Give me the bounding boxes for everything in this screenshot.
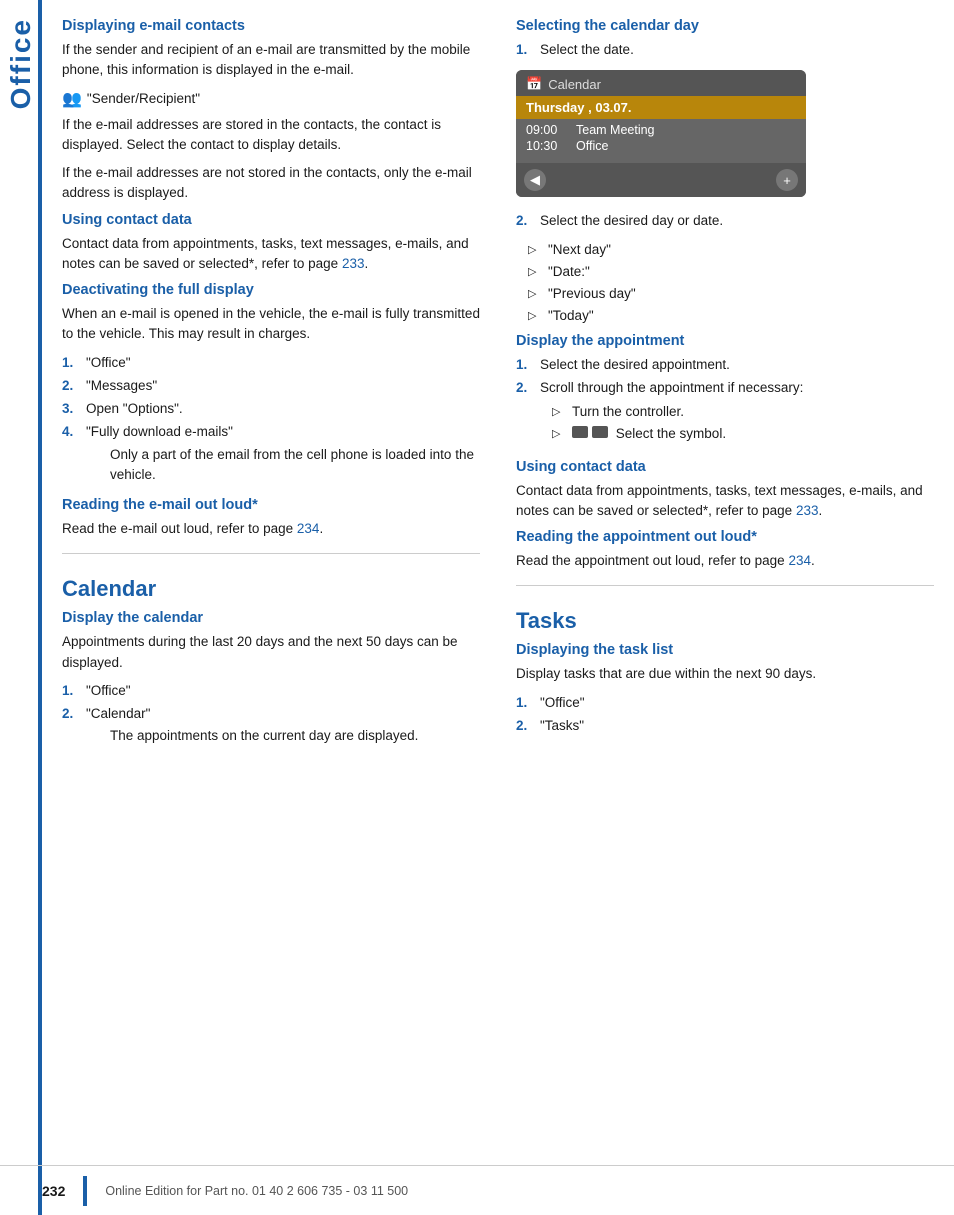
left-column: Displaying e-mail contacts If the sender…: [42, 18, 498, 1215]
calendar-event-row-1: 09:00 Team Meeting: [526, 123, 796, 137]
section-using-contact-data-right: Using contact data Contact data from app…: [516, 459, 934, 522]
calendar-small-icon: 📅: [526, 76, 542, 92]
body-text-reading-email: Read the e-mail out loud, refer to page …: [62, 519, 480, 539]
section-reading-appointment-loud: Reading the appointment out loud* Read t…: [516, 529, 934, 571]
deactivating-steps-list: 1."Office" 2."Messages" 3.Open "Options"…: [62, 353, 480, 490]
calendar-step-2-subtext: The appointments on the current day are …: [110, 726, 418, 746]
section-display-calendar: Display the calendar Appointments during…: [62, 610, 480, 750]
section-title-task-list: Displaying the task list: [516, 642, 934, 658]
subbullet-turn-controller: ▷Turn the controller.: [552, 402, 803, 422]
body-text-email-contacts-1: If the sender and recipient of an e-mail…: [62, 40, 480, 81]
divider-tasks: [516, 585, 934, 586]
selecting-step-2-list: 2.Select the desired day or date.: [516, 211, 934, 231]
section-title-deactivating: Deactivating the full display: [62, 282, 480, 298]
task-step-1-office: 1."Office": [516, 693, 934, 713]
section-deactivating-full-display: Deactivating the full display When an e-…: [62, 282, 480, 489]
symbol-icons: [572, 426, 608, 438]
link-233-2[interactable]: 233: [796, 503, 819, 518]
right-column: Selecting the calendar day 1.Select the …: [498, 18, 954, 1215]
body-text-using-contact-data: Contact data from appointments, tasks, t…: [62, 234, 480, 275]
display-calendar-steps: 1."Office" 2. "Calendar" The appointment…: [62, 681, 480, 751]
step-4-subtext: Only a part of the email from the cell p…: [110, 445, 480, 486]
calendar-event-row-2: 10:30 Office: [526, 139, 796, 153]
body-text-email-contacts-3: If the e-mail addresses are not stored i…: [62, 163, 480, 204]
option-today: ▷"Today": [528, 306, 934, 326]
main-content: Displaying e-mail contacts If the sender…: [42, 0, 954, 1215]
link-233-1[interactable]: 233: [342, 256, 365, 271]
event-time-1: 09:00: [526, 123, 564, 137]
sender-recipient-label: "Sender/Recipient": [87, 91, 200, 106]
calendar-controls: ◀ +: [516, 163, 806, 197]
body-text-deactivating: When an e-mail is opened in the vehicle,…: [62, 304, 480, 345]
appointment-steps-list: 1.Select the desired appointment. 2. Scr…: [516, 355, 934, 451]
calendar-step-2-calendar: 2. "Calendar" The appointments on the cu…: [62, 704, 480, 751]
calendar-events: 09:00 Team Meeting 10:30 Office: [516, 119, 806, 163]
section-title-using-contact-data-right: Using contact data: [516, 459, 934, 475]
section-displaying-task-list: Displaying the task list Display tasks t…: [516, 642, 934, 736]
section-displaying-email-contacts: Displaying e-mail contacts If the sender…: [62, 18, 480, 204]
footer-text: Online Edition for Part no. 01 40 2 606 …: [105, 1184, 408, 1198]
selecting-step-1-list: 1.Select the date.: [516, 40, 934, 60]
calendar-date-row: Thursday , 03.07.: [516, 96, 806, 119]
step-1-office: 1."Office": [62, 353, 480, 373]
subbullet-select-symbol: ▷ Select the symbol.: [552, 424, 803, 444]
section-title-tasks-large: Tasks: [516, 608, 934, 634]
appointment-step-2: 2. Scroll through the appointment if nec…: [516, 378, 934, 451]
section-title-display-appointment: Display the appointment: [516, 333, 934, 349]
section-display-appointment: Display the appointment 1.Select the des…: [516, 333, 934, 451]
section-reading-email-loud: Reading the e-mail out loud* Read the e-…: [62, 497, 480, 539]
bottom-bar: 232 Online Edition for Part no. 01 40 2 …: [0, 1165, 954, 1215]
section-title-display-calendar: Display the calendar: [62, 610, 480, 626]
symbol-box-1: [572, 426, 588, 438]
divider-calendar: [62, 553, 480, 554]
selecting-step-2: 2.Select the desired day or date.: [516, 211, 934, 231]
section-title-reading-appointment: Reading the appointment out loud*: [516, 529, 934, 545]
step-3-options: 3.Open "Options".: [62, 399, 480, 419]
sidebar: Office: [0, 0, 42, 1215]
contact-icon-line: 👥 "Sender/Recipient": [62, 89, 480, 109]
selecting-step-1: 1.Select the date.: [516, 40, 934, 60]
bottom-divider: [83, 1176, 87, 1206]
section-title-selecting-calendar-day: Selecting the calendar day: [516, 18, 934, 34]
symbol-box-2: [592, 426, 608, 438]
option-date: ▷"Date:": [528, 262, 934, 282]
section-using-contact-data: Using contact data Contact data from app…: [62, 212, 480, 275]
event-time-2: 10:30: [526, 139, 564, 153]
appointment-step-1: 1.Select the desired appointment.: [516, 355, 934, 375]
body-text-reading-appointment: Read the appointment out loud, refer to …: [516, 551, 934, 571]
calendar-step-1-office: 1."Office": [62, 681, 480, 701]
section-title-reading-email: Reading the e-mail out loud*: [62, 497, 480, 513]
section-title-using-contact-data: Using contact data: [62, 212, 480, 228]
event-title-2: Office: [576, 139, 608, 153]
calendar-prev-btn[interactable]: ◀: [524, 169, 546, 191]
task-step-2-tasks: 2."Tasks": [516, 716, 934, 736]
option-next-day: ▷"Next day": [528, 240, 934, 260]
task-list-steps: 1."Office" 2."Tasks": [516, 693, 934, 737]
link-234-1[interactable]: 234: [297, 521, 320, 536]
link-234-2[interactable]: 234: [788, 553, 811, 568]
step-4-fully-download: 4. "Fully download e-mails" Only a part …: [62, 422, 480, 489]
calendar-options-list: ▷"Next day" ▷"Date:" ▷"Previous day" ▷"T…: [528, 240, 934, 327]
event-title-1: Team Meeting: [576, 123, 655, 137]
page-number: 232: [42, 1183, 65, 1199]
body-text-task-list: Display tasks that are due within the ne…: [516, 664, 934, 684]
body-text-using-contact-data-right: Contact data from appointments, tasks, t…: [516, 481, 934, 522]
section-title-calendar-large: Calendar: [62, 576, 480, 602]
body-text-email-contacts-2: If the e-mail addresses are stored in th…: [62, 115, 480, 156]
page-wrapper: Office Displaying e-mail contacts If the…: [0, 0, 954, 1215]
sidebar-label: Office: [5, 18, 37, 109]
section-title-displaying-email-contacts: Displaying e-mail contacts: [62, 18, 480, 34]
person-icon: 👥: [62, 89, 82, 109]
calendar-widget-body: Thursday , 03.07. 09:00 Team Meeting 10:…: [516, 96, 806, 197]
option-previous-day: ▷"Previous day": [528, 284, 934, 304]
step-2-messages: 2."Messages": [62, 376, 480, 396]
section-selecting-calendar-day: Selecting the calendar day 1.Select the …: [516, 18, 934, 327]
calendar-add-btn[interactable]: +: [776, 169, 798, 191]
body-text-display-calendar: Appointments during the last 20 days and…: [62, 632, 480, 673]
sidebar-bar: [38, 0, 42, 1215]
calendar-widget-header: 📅 Calendar: [516, 70, 806, 96]
calendar-widget: 📅 Calendar Thursday , 03.07. 09:00 Team …: [516, 70, 806, 197]
appointment-subbullets: ▷Turn the controller. ▷ Select the sym: [552, 402, 803, 445]
